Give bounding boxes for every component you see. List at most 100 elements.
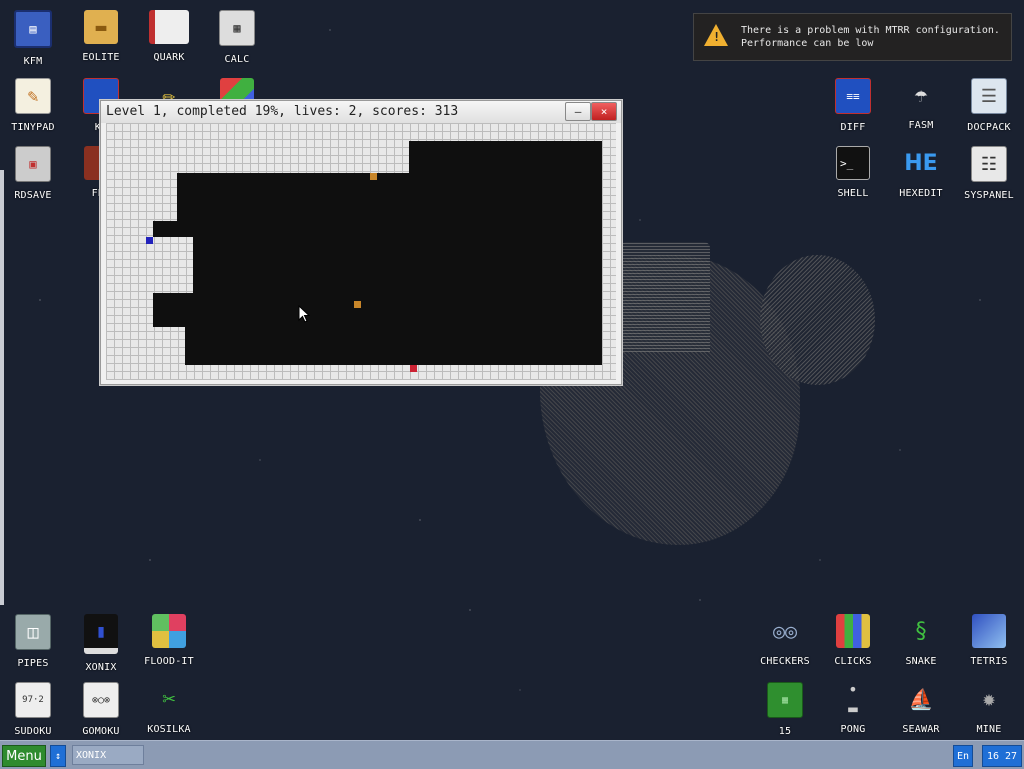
desktop-icon-fasm[interactable]: ☂ FASM: [889, 78, 953, 132]
game-field[interactable]: [106, 123, 616, 380]
desktop-icon-tetris[interactable]: TETRIS: [957, 614, 1021, 667]
notification-line-1: There is a problem with MTRR configurati…: [741, 25, 1000, 36]
snake-icon: §: [914, 618, 928, 644]
compiler-icon: ☂: [914, 82, 928, 108]
he-icon: HE: [904, 150, 938, 176]
diff-icon: ≡≡: [835, 78, 871, 114]
xonix-window[interactable]: Level 1, completed 19%, lives: 2, scores…: [100, 100, 622, 385]
desktop-icon-floodit[interactable]: FLOOD-IT: [137, 614, 201, 667]
mine-icon: ✹: [982, 686, 996, 712]
pipes-icon: ◫: [15, 614, 51, 650]
desktop-icon-label: TETRIS: [970, 656, 1008, 667]
folder-icon: ▬: [84, 10, 118, 44]
clock[interactable]: 16 27: [982, 745, 1022, 767]
close-button[interactable]: ×: [591, 102, 617, 121]
land-enemy: [410, 365, 417, 372]
enemy-ball: [354, 301, 361, 308]
language-indicator[interactable]: En: [953, 745, 973, 767]
window-switch-button[interactable]: ↕: [50, 745, 66, 767]
desktop-icon-label: SYSPANEL: [964, 190, 1014, 201]
checkers-icon: ◎◎: [772, 619, 798, 643]
lawnmower-icon: ✂: [162, 686, 176, 712]
desktop-icon-pipes[interactable]: ◫ PIPES: [1, 614, 65, 669]
terminal-icon: >_: [836, 146, 870, 180]
menu-button[interactable]: Menu: [2, 745, 46, 767]
desktop-icon-eolite[interactable]: ▬ EOLITE: [69, 10, 133, 63]
desktop-icon-clicks[interactable]: CLICKS: [821, 614, 885, 667]
desktop-icon-mine[interactable]: ✹ MINE: [957, 682, 1021, 736]
desktop-icon-checkers[interactable]: ◎◎ CHECKERS: [753, 614, 817, 667]
desktop-icon-label: RDSAVE: [14, 190, 52, 201]
notification-line-2: Performance can be low: [741, 38, 874, 49]
mtrr-warning-notification[interactable]: ! There is a problem with MTRR configura…: [693, 13, 1012, 61]
desktop-icon-label: PIPES: [17, 658, 49, 669]
rdsave-icon: ▣: [15, 146, 51, 182]
desktop-icon-label: SHELL: [837, 188, 869, 199]
desktop-icon-label: CHECKERS: [760, 656, 810, 667]
calculator-icon: ▦: [219, 10, 255, 46]
desktop-icon-label: TINYPAD: [11, 122, 55, 133]
xonix-icon: ▮: [84, 614, 118, 654]
blocks-icon: [836, 614, 870, 648]
sea-region: [409, 141, 602, 175]
desktop-icon-label: FASM: [908, 120, 934, 131]
wallpaper-tree: [760, 255, 875, 385]
seawar-icon: ⛵: [908, 687, 934, 711]
desktop-icon-xonix[interactable]: ▮ XONIX: [69, 614, 133, 673]
desktop-icon-label: SNAKE: [905, 656, 937, 667]
desktop-icon-label: EOLITE: [82, 52, 120, 63]
desktop-icon-label: QUARK: [153, 52, 185, 63]
desktop-icon-rdsave[interactable]: ▣ RDSAVE: [1, 146, 65, 201]
sea-region: [153, 293, 602, 327]
desktop-icon-label: DIFF: [840, 122, 866, 133]
desktop-icon-tinypad[interactable]: ✎ TINYPAD: [1, 78, 65, 133]
window-titlebar[interactable]: Level 1, completed 19%, lives: 2, scores…: [101, 101, 621, 123]
desktop-icon-quark[interactable]: QUARK: [137, 10, 201, 63]
taskbar-item-xonix[interactable]: XONIX: [72, 745, 144, 765]
wallpaper-house: [620, 242, 710, 352]
desktop-icon-syspanel[interactable]: ☷ SYSPANEL: [957, 146, 1021, 201]
enemy-ball: [370, 173, 377, 180]
window-title: Level 1, completed 19%, lives: 2, scores…: [106, 104, 459, 119]
desktop-icon-kfm[interactable]: ▤ KFM: [1, 10, 65, 67]
desktop-icon-label: SEAWAR: [902, 724, 940, 735]
desktop-icon-docpack[interactable]: ☰ DOCPACK: [957, 78, 1021, 133]
desktop-icon-calc[interactable]: ▦ CALC: [205, 10, 269, 65]
desktop-icon-label: 15: [778, 726, 792, 737]
desktop-icon-pong[interactable]: • ▬ PONG: [821, 680, 885, 735]
sudoku-icon: 97·2: [15, 682, 51, 718]
desktop-icon-sudoku[interactable]: 97·2 SUDOKU: [1, 682, 65, 737]
mouse-cursor-icon: [298, 305, 310, 323]
desktop-icon-label: MINE: [976, 724, 1002, 735]
floppy-disk-icon: ▤: [14, 10, 52, 48]
desktop-icon-snake[interactable]: § SNAKE: [889, 614, 953, 668]
desktop-icon-label: KFM: [23, 56, 43, 67]
desktop-icon-15[interactable]: ▦ 15: [753, 682, 817, 737]
desktop-icon-hexedit[interactable]: HE HEXEDIT: [889, 146, 953, 200]
desktop-icon-seawar[interactable]: ⛵ SEAWAR: [889, 682, 953, 735]
taskbar: Menu ↕ XONIX En 16 27: [0, 740, 1024, 769]
desktop-icon-label: HEXEDIT: [899, 188, 943, 199]
sea-region: [185, 325, 602, 365]
sea-region: [193, 235, 602, 295]
player-marker: [146, 237, 153, 244]
cabinet-icon: ☰: [971, 78, 1007, 114]
sliders-icon: ☷: [971, 146, 1007, 182]
desktop-icon-label: SUDOKU: [14, 726, 52, 737]
desktop-icon-kosilka[interactable]: ✂ KOSILKA: [137, 682, 201, 736]
desktop-icon-label: XONIX: [85, 662, 117, 673]
notepad-icon: ✎: [15, 78, 51, 114]
desktop-icon-shell[interactable]: >_ SHELL: [821, 146, 885, 199]
minimize-button[interactable]: –: [565, 102, 591, 121]
fifteen-puzzle-icon: ▦: [767, 682, 803, 718]
desktop-icon-gomoku[interactable]: ⊗○⊗ GOMOKU: [69, 682, 133, 737]
desktop-icon-diff[interactable]: ≡≡ DIFF: [821, 78, 885, 133]
desktop-icon-label: CLICKS: [834, 656, 872, 667]
gomoku-icon: ⊗○⊗: [83, 682, 119, 718]
desktop-icon-label: DOCPACK: [967, 122, 1011, 133]
sea-region: [177, 173, 602, 223]
desktop-icon-label: KOSILKA: [147, 724, 191, 735]
left-panel-edge: [0, 170, 4, 605]
tetris-icon: [972, 614, 1006, 648]
desktop-icon-label: PONG: [840, 724, 866, 735]
